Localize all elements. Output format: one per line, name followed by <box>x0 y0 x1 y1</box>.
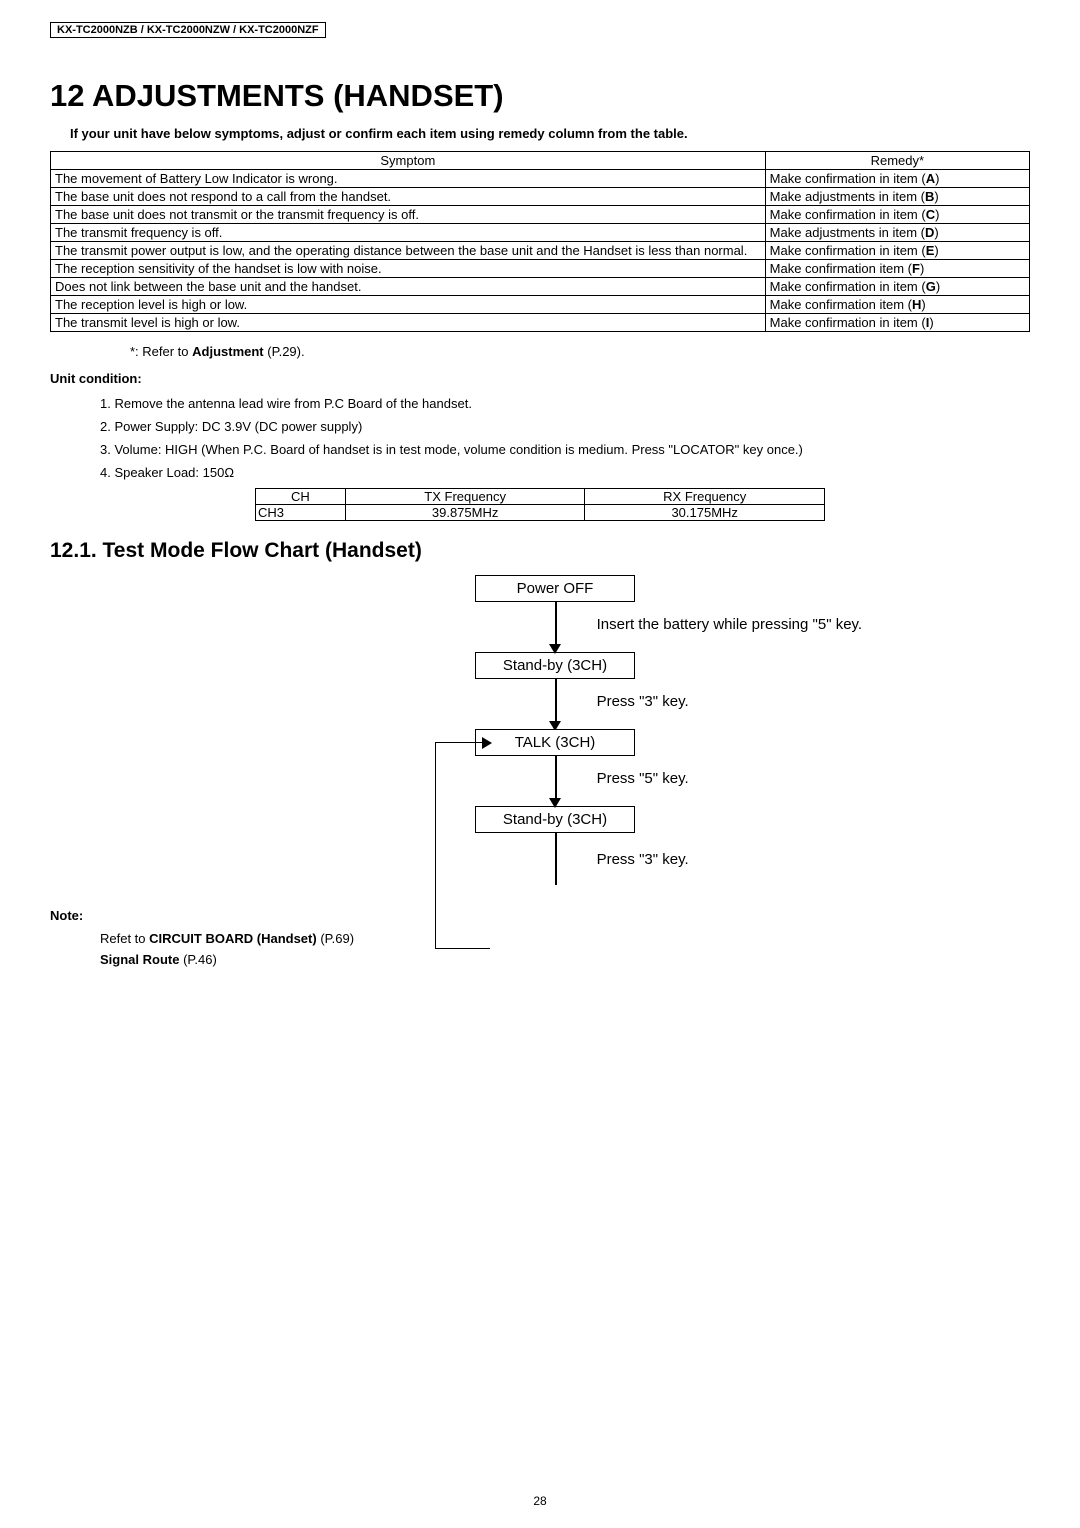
table-cell: The transmit power output is low, and th… <box>51 242 766 260</box>
list-item: 1. Remove the antenna lead wire from P.C… <box>100 396 1030 411</box>
note-line-1: Refet to CIRCUIT BOARD (Handset) (P.69) <box>100 931 1030 946</box>
table-cell: The transmit level is high or low. <box>51 314 766 332</box>
footnote: *: Refer to Adjustment (P.29). <box>130 344 1030 359</box>
flow-label-insert: Insert the battery while pressing "5" ke… <box>597 616 863 633</box>
page-title: 12 ADJUSTMENTS (HANDSET) <box>50 78 1030 114</box>
table-cell: Make confirmation in item (E) <box>765 242 1029 260</box>
flow-label-press3b: Press "3" key. <box>597 851 689 868</box>
note-section: Note: Refet to CIRCUIT BOARD (Handset) (… <box>50 908 1030 967</box>
table-cell: The transmit frequency is off. <box>51 224 766 242</box>
section-title: 12.1. Test Mode Flow Chart (Handset) <box>50 539 1030 563</box>
table-cell: Make confirmation in item (C) <box>765 206 1029 224</box>
symptom-table: Symptom Remedy* The movement of Battery … <box>50 151 1030 332</box>
tx-value: 39.875MHz <box>345 505 585 521</box>
list-item: 3. Volume: HIGH (When P.C. Board of hand… <box>100 442 1030 457</box>
unit-condition-title: Unit condition: <box>50 371 1030 386</box>
rx-header: RX Frequency <box>585 489 825 505</box>
list-item: 4. Speaker Load: 150Ω <box>100 465 1030 480</box>
ch-header: CH <box>256 489 346 505</box>
flow-box-standby2: Stand-by (3CH) <box>475 806 635 833</box>
frequency-table: CH TX Frequency RX Frequency CH3 39.875M… <box>255 488 825 521</box>
page-number: 28 <box>533 1494 546 1508</box>
table-cell: Make confirmation item (F) <box>765 260 1029 278</box>
table-cell: Does not link between the base unit and … <box>51 278 766 296</box>
tx-header: TX Frequency <box>345 489 585 505</box>
flow-box-power-off: Power OFF <box>475 575 635 602</box>
table-cell: Make adjustments in item (D) <box>765 224 1029 242</box>
symptom-header: Symptom <box>51 152 766 170</box>
note-title: Note: <box>50 908 1030 923</box>
intro-text: If your unit have below symptoms, adjust… <box>70 126 1030 141</box>
flow-label-press5: Press "5" key. <box>597 770 689 787</box>
note-line-2: Signal Route (P.46) <box>100 952 1030 967</box>
table-cell: The movement of Battery Low Indicator is… <box>51 170 766 188</box>
table-cell: Make confirmation in item (G) <box>765 278 1029 296</box>
model-header: KX-TC2000NZB / KX-TC2000NZW / KX-TC2000N… <box>50 22 326 38</box>
table-cell: The base unit does not respond to a call… <box>51 188 766 206</box>
table-cell: The reception sensitivity of the handset… <box>51 260 766 278</box>
table-cell: Make confirmation in item (I) <box>765 314 1029 332</box>
ch-value: CH3 <box>256 505 346 521</box>
remedy-header: Remedy* <box>765 152 1029 170</box>
flowchart: Power OFF Insert the battery while press… <box>265 575 815 888</box>
flow-box-talk: TALK (3CH) <box>475 729 635 756</box>
table-cell: The reception level is high or low. <box>51 296 766 314</box>
conditions-list: 1. Remove the antenna lead wire from P.C… <box>100 396 1030 480</box>
table-cell: Make adjustments in item (B) <box>765 188 1029 206</box>
rx-value: 30.175MHz <box>585 505 825 521</box>
flow-box-standby1: Stand-by (3CH) <box>475 652 635 679</box>
table-cell: Make confirmation item (H) <box>765 296 1029 314</box>
table-cell: Make confirmation in item (A) <box>765 170 1029 188</box>
table-cell: The base unit does not transmit or the t… <box>51 206 766 224</box>
flow-label-press3a: Press "3" key. <box>597 693 689 710</box>
list-item: 2. Power Supply: DC 3.9V (DC power suppl… <box>100 419 1030 434</box>
